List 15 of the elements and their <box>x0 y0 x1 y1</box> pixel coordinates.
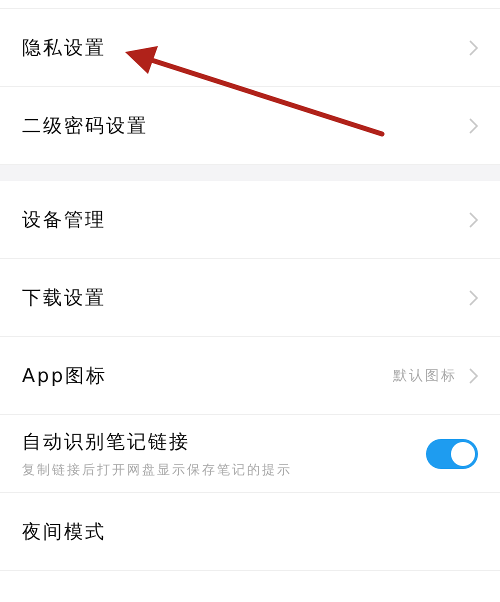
row-label: 设备管理 <box>22 208 106 232</box>
value-text: 默认图标 <box>393 366 457 384</box>
chevron-icon <box>469 118 478 134</box>
chevron-icon <box>469 40 478 56</box>
row-label: 二级密码设置 <box>22 114 148 138</box>
row-label: 隐私设置 <box>22 36 106 60</box>
row-label: App图标 <box>22 364 108 388</box>
row-label: 下载设置 <box>22 286 106 310</box>
toggle-switch[interactable] <box>426 438 478 468</box>
chevron-icon <box>469 368 478 384</box>
chevron-icon <box>469 212 478 228</box>
chevron-icon <box>469 290 478 306</box>
row-label: 自动识别笔记链接 <box>22 430 190 454</box>
row-label: 夜间模式 <box>22 520 106 544</box>
row-subtitle: 复制链接后打开网盘显示保存笔记的提示 <box>22 462 292 478</box>
